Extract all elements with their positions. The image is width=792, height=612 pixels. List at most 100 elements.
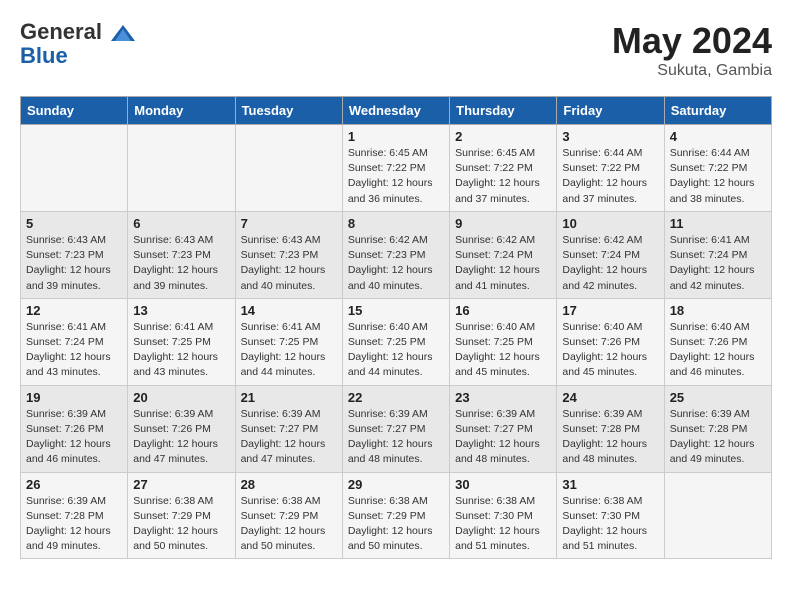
- day-number: 31: [562, 477, 658, 492]
- day-cell: 21 Sunrise: 6:39 AM Sunset: 7:27 PM Dayli…: [235, 385, 342, 472]
- day-number: 10: [562, 216, 658, 231]
- day-header-tuesday: Tuesday: [235, 97, 342, 125]
- day-info: Sunrise: 6:45 AM Sunset: 7:22 PM Dayligh…: [455, 146, 551, 207]
- week-row-1: 1 Sunrise: 6:45 AM Sunset: 7:22 PM Daylig…: [21, 125, 772, 212]
- logo-blue: Blue: [20, 44, 138, 68]
- day-cell: 11 Sunrise: 6:41 AM Sunset: 7:24 PM Dayli…: [664, 211, 771, 298]
- day-cell: 19 Sunrise: 6:39 AM Sunset: 7:26 PM Dayli…: [21, 385, 128, 472]
- day-info: Sunrise: 6:44 AM Sunset: 7:22 PM Dayligh…: [562, 146, 658, 207]
- day-cell: 16 Sunrise: 6:40 AM Sunset: 7:25 PM Dayli…: [450, 298, 557, 385]
- day-cell: 4Sunrise: 6:44 AM Sunset: 7:22 PM Daylig…: [664, 125, 771, 212]
- day-cell: 31 Sunrise: 6:38 AM Sunset: 7:30 PM Dayli…: [557, 472, 664, 559]
- logo-general: General: [20, 19, 102, 44]
- calendar-location: Sukuta, Gambia: [612, 62, 772, 80]
- day-info: Sunrise: 6:42 AM Sunset: 7:23 PM Dayligh…: [348, 233, 444, 294]
- calendar-table: SundayMondayTuesdayWednesdayThursdayFrid…: [20, 96, 772, 559]
- day-cell: [235, 125, 342, 212]
- day-info: Sunrise: 6:39 AM Sunset: 7:27 PM Dayligh…: [241, 407, 337, 468]
- week-row-3: 12Sunrise: 6:41 AM Sunset: 7:24 PM Dayli…: [21, 298, 772, 385]
- day-header-sunday: Sunday: [21, 97, 128, 125]
- page-header: General Blue May 2024 Sukuta, Gambia: [20, 20, 772, 80]
- week-row-4: 19 Sunrise: 6:39 AM Sunset: 7:26 PM Dayli…: [21, 385, 772, 472]
- day-cell: 13 Sunrise: 6:41 AM Sunset: 7:25 PM Dayli…: [128, 298, 235, 385]
- day-info: Sunrise: 6:45 AM Sunset: 7:22 PM Dayligh…: [348, 146, 444, 207]
- day-number: 11: [670, 216, 766, 231]
- day-number: 3: [562, 129, 658, 144]
- day-info: Sunrise: 6:39 AM Sunset: 7:28 PM Dayligh…: [562, 407, 658, 468]
- day-number: 24: [562, 390, 658, 405]
- day-number: 25: [670, 390, 766, 405]
- day-info: Sunrise: 6:39 AM Sunset: 7:27 PM Dayligh…: [455, 407, 551, 468]
- day-cell: 12Sunrise: 6:41 AM Sunset: 7:24 PM Dayli…: [21, 298, 128, 385]
- day-number: 14: [241, 303, 337, 318]
- day-number: 6: [133, 216, 229, 231]
- day-info: Sunrise: 6:39 AM Sunset: 7:26 PM Dayligh…: [26, 407, 122, 468]
- day-cell: 28Sunrise: 6:38 AM Sunset: 7:29 PM Dayli…: [235, 472, 342, 559]
- calendar-title-block: May 2024 Sukuta, Gambia: [612, 20, 772, 80]
- day-info: Sunrise: 6:41 AM Sunset: 7:25 PM Dayligh…: [133, 320, 229, 381]
- day-cell: 17 Sunrise: 6:40 AM Sunset: 7:26 PM Dayli…: [557, 298, 664, 385]
- day-number: 28: [241, 477, 337, 492]
- day-info: Sunrise: 6:39 AM Sunset: 7:28 PM Dayligh…: [26, 494, 122, 555]
- day-header-friday: Friday: [557, 97, 664, 125]
- day-cell: 26 Sunrise: 6:39 AM Sunset: 7:28 PM Dayli…: [21, 472, 128, 559]
- day-info: Sunrise: 6:43 AM Sunset: 7:23 PM Dayligh…: [241, 233, 337, 294]
- day-header-wednesday: Wednesday: [342, 97, 449, 125]
- day-info: Sunrise: 6:38 AM Sunset: 7:29 PM Dayligh…: [133, 494, 229, 555]
- day-cell: 18Sunrise: 6:40 AM Sunset: 7:26 PM Dayli…: [664, 298, 771, 385]
- day-info: Sunrise: 6:39 AM Sunset: 7:28 PM Dayligh…: [670, 407, 766, 468]
- day-number: 17: [562, 303, 658, 318]
- day-cell: 29 Sunrise: 6:38 AM Sunset: 7:29 PM Dayli…: [342, 472, 449, 559]
- day-cell: 23Sunrise: 6:39 AM Sunset: 7:27 PM Dayli…: [450, 385, 557, 472]
- day-number: 20: [133, 390, 229, 405]
- day-cell: 6 Sunrise: 6:43 AM Sunset: 7:23 PM Daylig…: [128, 211, 235, 298]
- day-cell: 8Sunrise: 6:42 AM Sunset: 7:23 PM Daylig…: [342, 211, 449, 298]
- day-info: Sunrise: 6:39 AM Sunset: 7:27 PM Dayligh…: [348, 407, 444, 468]
- day-cell: 25 Sunrise: 6:39 AM Sunset: 7:28 PM Dayli…: [664, 385, 771, 472]
- day-number: 29: [348, 477, 444, 492]
- day-info: Sunrise: 6:42 AM Sunset: 7:24 PM Dayligh…: [562, 233, 658, 294]
- day-number: 9: [455, 216, 551, 231]
- day-info: Sunrise: 6:44 AM Sunset: 7:22 PM Dayligh…: [670, 146, 766, 207]
- days-header-row: SundayMondayTuesdayWednesdayThursdayFrid…: [21, 97, 772, 125]
- day-number: 26: [26, 477, 122, 492]
- day-cell: [128, 125, 235, 212]
- day-number: 16: [455, 303, 551, 318]
- day-info: Sunrise: 6:41 AM Sunset: 7:24 PM Dayligh…: [670, 233, 766, 294]
- day-number: 7: [241, 216, 337, 231]
- day-info: Sunrise: 6:43 AM Sunset: 7:23 PM Dayligh…: [133, 233, 229, 294]
- calendar-month-year: May 2024: [612, 20, 772, 62]
- day-info: Sunrise: 6:43 AM Sunset: 7:23 PM Dayligh…: [26, 233, 122, 294]
- day-cell: 3 Sunrise: 6:44 AM Sunset: 7:22 PM Daylig…: [557, 125, 664, 212]
- day-number: 18: [670, 303, 766, 318]
- day-number: 15: [348, 303, 444, 318]
- day-info: Sunrise: 6:42 AM Sunset: 7:24 PM Dayligh…: [455, 233, 551, 294]
- week-row-5: 26 Sunrise: 6:39 AM Sunset: 7:28 PM Dayli…: [21, 472, 772, 559]
- day-number: 19: [26, 390, 122, 405]
- day-number: 27: [133, 477, 229, 492]
- day-header-saturday: Saturday: [664, 97, 771, 125]
- day-number: 30: [455, 477, 551, 492]
- logo-icon-svg: [102, 19, 138, 44]
- day-cell: 10 Sunrise: 6:42 AM Sunset: 7:24 PM Dayli…: [557, 211, 664, 298]
- day-info: Sunrise: 6:38 AM Sunset: 7:30 PM Dayligh…: [455, 494, 551, 555]
- day-info: Sunrise: 6:38 AM Sunset: 7:30 PM Dayligh…: [562, 494, 658, 555]
- day-number: 1: [348, 129, 444, 144]
- week-row-2: 5Sunrise: 6:43 AM Sunset: 7:23 PM Daylig…: [21, 211, 772, 298]
- day-number: 2: [455, 129, 551, 144]
- day-cell: [664, 472, 771, 559]
- day-number: 13: [133, 303, 229, 318]
- day-cell: 22Sunrise: 6:39 AM Sunset: 7:27 PM Dayli…: [342, 385, 449, 472]
- day-cell: 9 Sunrise: 6:42 AM Sunset: 7:24 PM Daylig…: [450, 211, 557, 298]
- day-number: 21: [241, 390, 337, 405]
- day-cell: 1 Sunrise: 6:45 AM Sunset: 7:22 PM Daylig…: [342, 125, 449, 212]
- day-info: Sunrise: 6:40 AM Sunset: 7:26 PM Dayligh…: [562, 320, 658, 381]
- day-header-thursday: Thursday: [450, 97, 557, 125]
- day-cell: 30 Sunrise: 6:38 AM Sunset: 7:30 PM Dayli…: [450, 472, 557, 559]
- day-header-monday: Monday: [128, 97, 235, 125]
- day-info: Sunrise: 6:40 AM Sunset: 7:25 PM Dayligh…: [455, 320, 551, 381]
- day-cell: [21, 125, 128, 212]
- day-cell: 15Sunrise: 6:40 AM Sunset: 7:25 PM Dayli…: [342, 298, 449, 385]
- day-info: Sunrise: 6:38 AM Sunset: 7:29 PM Dayligh…: [348, 494, 444, 555]
- day-cell: 5Sunrise: 6:43 AM Sunset: 7:23 PM Daylig…: [21, 211, 128, 298]
